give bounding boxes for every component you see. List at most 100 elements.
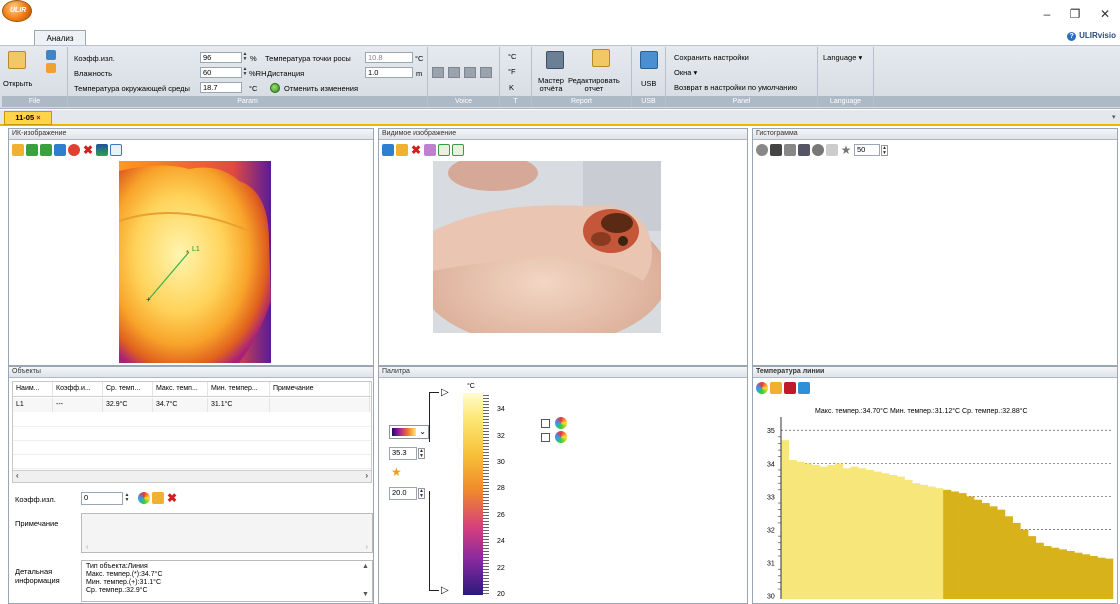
column-header-emissivity[interactable]: Коэфф.и... [53, 382, 103, 396]
image-settings-icon[interactable] [96, 144, 108, 156]
delete-icon[interactable]: ✖ [82, 144, 94, 156]
isotherm-high-color-icon[interactable] [555, 417, 567, 429]
table-horizontal-scrollbar[interactable]: ‹ › [13, 470, 371, 482]
palette-min-input[interactable]: 20.0 [389, 487, 417, 500]
delete-all-icon[interactable] [68, 144, 80, 156]
color-palette-icon[interactable] [756, 382, 768, 394]
add-point-icon[interactable] [26, 144, 38, 156]
unit-fahrenheit-button[interactable]: °F [508, 67, 516, 76]
undo-changes-button[interactable]: Отменить изменения [284, 84, 358, 93]
document-tab[interactable]: 11-05 × [4, 111, 52, 125]
close-tab-icon[interactable]: × [36, 113, 40, 122]
scroll-right-icon[interactable]: › [365, 471, 368, 480]
table-icon[interactable] [826, 144, 838, 156]
humidity-input[interactable]: 60 [200, 67, 242, 78]
humidity-spinner[interactable]: ▲ ▼ [242, 67, 248, 78]
column-header-avg-temp[interactable]: Ср. темп... [103, 382, 153, 396]
save-image-icon[interactable] [396, 144, 408, 156]
close-button[interactable]: ✕ [1094, 6, 1116, 22]
tab-scroll-icon[interactable]: ▾ [1112, 113, 1116, 121]
edit-report-icon[interactable] [592, 49, 610, 67]
table-row[interactable]: L1 --- 32.9°C 34.7°C 31.1°C [13, 398, 371, 412]
object-emissivity-spinner[interactable]: ▲ ▼ [124, 493, 130, 504]
emissivity-input[interactable]: 96 [200, 52, 242, 63]
save-image-icon[interactable] [12, 144, 24, 156]
palette-color-bar[interactable] [463, 393, 483, 595]
save-as-icon[interactable] [46, 63, 56, 73]
table-view-icon[interactable] [798, 382, 810, 394]
app-logo-icon[interactable]: ULIR [2, 0, 32, 22]
voice-stop-button[interactable] [464, 67, 476, 78]
histogram-value-input[interactable]: 50 [854, 144, 880, 156]
voice-delete-button[interactable] [480, 67, 492, 78]
help-icon[interactable]: ? [1067, 32, 1077, 41]
column-header-min-temp[interactable]: Мин. темпер... [208, 382, 270, 396]
open-button[interactable]: Открыть [3, 79, 32, 88]
save-icon[interactable] [770, 382, 782, 394]
export-icon[interactable] [784, 382, 796, 394]
usb-button[interactable]: USB [641, 79, 656, 88]
scroll-right-icon[interactable]: › [366, 544, 368, 551]
column-header-note[interactable]: Примечание [270, 382, 370, 396]
language-button[interactable]: Language ▾ [823, 53, 862, 62]
scroll-up-icon[interactable]: ▲ [362, 563, 369, 570]
edit-report-button[interactable]: Редактировать отчет [568, 77, 620, 93]
binoculars-icon[interactable] [546, 51, 564, 69]
add-area-icon[interactable] [54, 144, 66, 156]
save-icon[interactable] [46, 50, 56, 60]
isotherm-low-checkbox[interactable] [541, 433, 550, 442]
color-palette-icon[interactable] [138, 492, 150, 504]
undo-icon[interactable] [270, 83, 280, 93]
windows-menu-button[interactable]: Окна ▾ [674, 68, 697, 77]
max-arrow-icon[interactable]: ▷ [441, 387, 449, 398]
unit-celsius-button[interactable]: °C [508, 52, 516, 61]
histogram-spinner[interactable]: ▲ ▼ [881, 145, 888, 156]
column-header-max-temp[interactable]: Макс. темп... [153, 382, 208, 396]
unit-kelvin-button[interactable]: K [509, 83, 514, 92]
isotherm-low-color-icon[interactable] [555, 431, 567, 443]
auto-range-star-icon[interactable]: ★ [391, 465, 402, 479]
open-folder-icon[interactable] [8, 51, 26, 69]
add-line-icon[interactable] [40, 144, 52, 156]
report-wizard-button[interactable]: Мастер отчёта [538, 77, 564, 93]
save-icon[interactable] [152, 492, 164, 504]
scroll-left-icon[interactable]: ‹ [86, 544, 88, 551]
palette-min-spinner[interactable]: ▲ ▼ [418, 488, 425, 499]
zoom-out-icon[interactable] [452, 144, 464, 156]
min-arrow-icon[interactable]: ▷ [441, 585, 449, 596]
open-image-icon[interactable] [382, 144, 394, 156]
voice-play-button[interactable] [448, 67, 460, 78]
scroll-down-icon[interactable]: ▼ [362, 591, 369, 598]
delete-icon[interactable]: ✖ [410, 144, 422, 156]
histogram-bar-icon[interactable] [770, 144, 782, 156]
color-wheel-icon[interactable] [812, 144, 824, 156]
note-textarea[interactable]: ‹ › [81, 513, 373, 553]
column-header-name[interactable]: Наим... [13, 382, 53, 396]
palette-max-spinner[interactable]: ▲ ▼ [418, 448, 425, 459]
settings-gear-icon[interactable] [756, 144, 768, 156]
grid-icon[interactable] [784, 144, 796, 156]
minimize-button[interactable]: – [1036, 6, 1058, 22]
save-icon[interactable] [798, 144, 810, 156]
emissivity-spinner[interactable]: ▲ ▼ [242, 52, 248, 63]
properties-icon[interactable] [110, 144, 122, 156]
object-emissivity-input[interactable]: 0 [81, 492, 123, 505]
scroll-left-icon[interactable]: ‹ [16, 471, 19, 480]
isotherm-high-checkbox[interactable] [541, 419, 550, 428]
visible-photo[interactable] [433, 161, 661, 333]
restore-button[interactable]: ❐ [1064, 6, 1086, 22]
ambient-temp-input[interactable]: 18.7 [200, 82, 242, 93]
magic-wand-icon[interactable] [424, 144, 436, 156]
delete-icon[interactable]: ✖ [166, 492, 178, 504]
detail-info-textarea[interactable]: Тип объекта:Линия Макс. темпер.(*):34.7°… [81, 560, 373, 602]
palette-select[interactable]: ⌄ [389, 425, 429, 439]
zoom-in-icon[interactable] [438, 144, 450, 156]
star-icon[interactable]: ★ [840, 144, 852, 156]
save-settings-button[interactable]: Сохранить настройки [674, 53, 749, 62]
tab-analysis[interactable]: Анализ [34, 30, 86, 46]
reset-settings-button[interactable]: Возврат в настройки по умолчанию [674, 83, 797, 92]
app-name[interactable]: ? ULIRvisio [1067, 31, 1116, 41]
voice-record-button[interactable] [432, 67, 444, 78]
distance-input[interactable]: 1.0 [365, 67, 413, 78]
palette-max-input[interactable]: 35.3 [389, 447, 417, 460]
